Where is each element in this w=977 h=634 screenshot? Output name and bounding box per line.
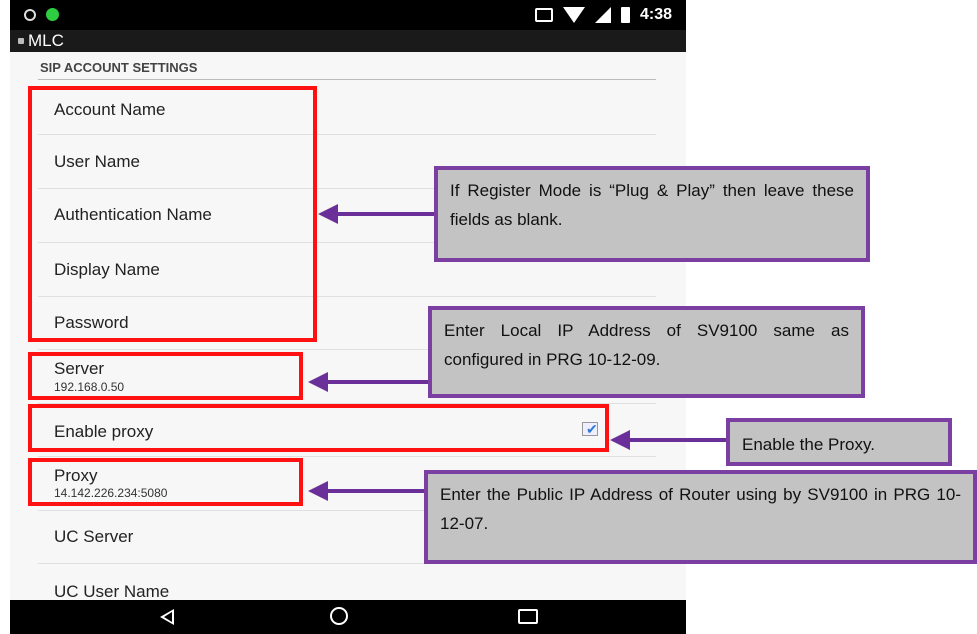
notification-dot-icon (46, 8, 59, 21)
arrow-head-icon (308, 481, 328, 501)
arrow-head-icon (308, 372, 328, 392)
arrow-line (334, 212, 434, 216)
arrow-line (326, 380, 428, 384)
app-title: MLC (28, 31, 64, 50)
wifi-icon (562, 7, 585, 23)
arrow-head-icon (610, 430, 630, 450)
section-header: SIP ACCOUNT SETTINGS (40, 60, 198, 75)
recent-apps-icon[interactable] (518, 609, 538, 624)
battery-icon (620, 7, 630, 23)
highlight-credentials-box (28, 86, 317, 342)
section-divider (38, 79, 656, 80)
callout-plug-and-play: If Register Mode is “Plug & Play” then l… (434, 166, 870, 262)
highlight-server-box (28, 352, 303, 400)
home-icon[interactable] (330, 607, 348, 625)
setting-label: UC User Name (54, 582, 170, 601)
callout-text: Enter the Public IP Address of Router us… (440, 485, 961, 533)
callout-server: Enter Local IP Address of SV9100 same as… (428, 306, 865, 398)
sync-icon (24, 8, 36, 21)
arrow-line (628, 438, 726, 442)
app-icon (18, 38, 24, 44)
callout-text: Enter Local IP Address of SV9100 same as… (444, 321, 849, 369)
callout-text: Enable the Proxy. (742, 435, 875, 454)
setting-label: UC Server (54, 527, 134, 546)
setting-uc-user-name[interactable]: UC User Name (10, 564, 686, 601)
status-time: 4:38 (639, 6, 672, 23)
vibrate-icon (534, 8, 553, 22)
signal-icon (594, 7, 611, 23)
navigation-bar (10, 600, 686, 634)
status-bar: 4:38 (10, 0, 686, 30)
highlight-proxy-box (28, 458, 303, 506)
callout-enable-proxy: Enable the Proxy. (726, 418, 952, 466)
arrow-line (326, 489, 424, 493)
back-icon-inner (164, 612, 172, 622)
callout-proxy: Enter the Public IP Address of Router us… (424, 470, 977, 564)
arrow-head-icon (318, 204, 338, 224)
callout-text: If Register Mode is “Plug & Play” then l… (450, 181, 854, 229)
highlight-enable-proxy-box (28, 404, 609, 452)
app-bar: MLC (10, 30, 686, 52)
